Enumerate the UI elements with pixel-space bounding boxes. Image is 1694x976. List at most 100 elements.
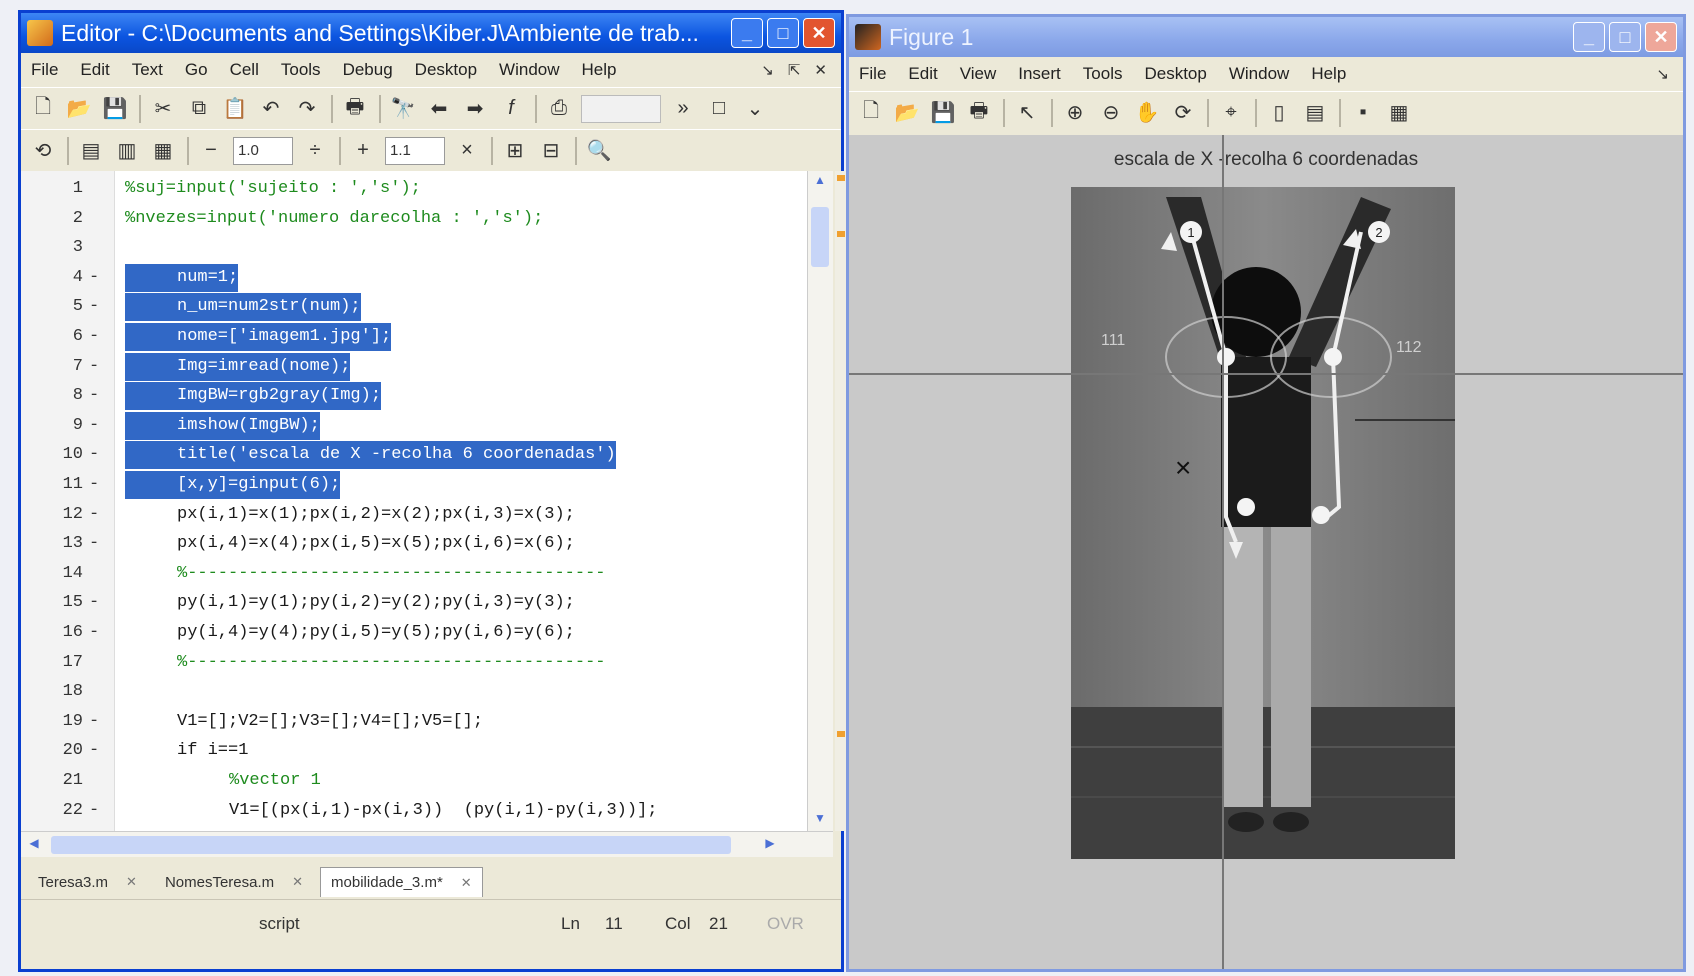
menu-edit[interactable]: Edit [908, 64, 937, 84]
menu-file[interactable]: File [859, 64, 886, 84]
code-line[interactable]: 20- if i==1 [21, 737, 807, 765]
menu-help[interactable]: Help [582, 60, 617, 80]
print-icon[interactable]: 🖶 [341, 95, 369, 123]
breakpoint-marker[interactable]: - [89, 708, 107, 736]
horizontal-scrollbar[interactable]: ◀ ▶ [21, 831, 833, 857]
figure-window[interactable]: Figure 1 _ □ ✕ File Edit View Insert Too… [846, 14, 1686, 972]
vertical-scrollbar[interactable]: ▲ ▼ [807, 171, 833, 831]
editor-window[interactable]: Editor - C:\Documents and Settings\Kiber… [18, 10, 847, 972]
scroll-up-icon[interactable]: ▲ [811, 173, 829, 191]
menu-window[interactable]: Window [499, 60, 559, 80]
new-figure-icon[interactable]: 🗋 [857, 99, 885, 127]
chevron-down-icon[interactable]: ⌄ [741, 95, 769, 123]
editor-titlebar[interactable]: Editor - C:\Documents and Settings\Kiber… [21, 13, 841, 53]
code-line[interactable]: 10- title('escala de X -recolha 6 coorden… [21, 441, 807, 470]
forward-icon[interactable]: ➡ [461, 95, 489, 123]
breakpoint-marker[interactable]: - [89, 530, 107, 558]
increment-icon[interactable]: + [349, 137, 377, 165]
scroll-left-icon[interactable]: ◀ [25, 836, 43, 854]
cell-eval-file-icon[interactable]: ▦ [149, 137, 177, 165]
menu-desktop[interactable]: Desktop [1144, 64, 1206, 84]
code-line[interactable]: 16- py(i,4)=y(4);py(i,5)=y(5);py(i,6)=y(6… [21, 619, 807, 647]
menu-insert[interactable]: Insert [1018, 64, 1061, 84]
menu-cell[interactable]: Cell [230, 60, 259, 80]
rotate-icon[interactable]: ⟳ [1169, 99, 1197, 127]
undo-icon[interactable]: ↶ [257, 95, 285, 123]
breakpoint-marker[interactable]: - [89, 471, 107, 499]
code-line[interactable]: 14 %-------------------------------------… [21, 560, 807, 588]
grayscale-photo[interactable]: 111 112 1 2 × [1071, 187, 1455, 859]
code-line[interactable]: 21 %vector 1 [21, 767, 807, 795]
warning-marker[interactable] [837, 175, 845, 181]
function-icon[interactable]: f [497, 95, 525, 123]
maximize-button[interactable]: □ [1609, 22, 1641, 52]
code-line[interactable]: 15- py(i,1)=y(1);py(i,2)=y(2);py(i,3)=y(3… [21, 589, 807, 617]
close-tab-icon[interactable]: ✕ [292, 874, 303, 890]
code-line[interactable]: 8- ImgBW=rgb2gray(Img); [21, 382, 807, 411]
open-folder-icon[interactable]: 📂 [893, 99, 921, 127]
code-line[interactable]: 18 [21, 678, 807, 706]
cut-icon[interactable]: ✂ [149, 95, 177, 123]
menu-tools[interactable]: Tools [1083, 64, 1123, 84]
data-cursor-icon[interactable]: ⌖ [1217, 99, 1245, 127]
breakpoint-marker[interactable]: - [89, 501, 107, 529]
tab-nomesteresa[interactable]: NomesTeresa.m ✕ [154, 867, 314, 897]
code-line[interactable]: 7- Img=imread(nome); [21, 352, 807, 381]
eval-cell-icon[interactable]: ⟲ [29, 137, 57, 165]
scroll-down-icon[interactable]: ▼ [811, 811, 829, 829]
decrement-value-field[interactable] [233, 136, 293, 165]
code-line[interactable]: 9- imshow(ImgBW); [21, 411, 807, 440]
tab-teresa3[interactable]: Teresa3.m ✕ [27, 867, 148, 897]
zoom-in-icon[interactable]: ⊕ [1061, 99, 1089, 127]
redo-icon[interactable]: ↷ [293, 95, 321, 123]
print-icon[interactable]: 🖶 [965, 99, 993, 127]
tab-mobilidade[interactable]: mobilidade_3.m* ✕ [320, 867, 483, 897]
breakpoint-marker[interactable]: - [89, 589, 107, 617]
menu-tools[interactable]: Tools [281, 60, 321, 80]
menu-help[interactable]: Help [1311, 64, 1346, 84]
breakpoint-marker[interactable]: - [89, 737, 107, 765]
cell-insert-icon[interactable]: ▤ [77, 137, 105, 165]
cell-eval-advance-icon[interactable]: ▥ [113, 137, 141, 165]
close-doc-icon[interactable]: ✕ [814, 61, 827, 79]
pointer-icon[interactable]: ↖ [1013, 99, 1041, 127]
zoom-out-icon[interactable]: ⊖ [1097, 99, 1125, 127]
code-editor[interactable]: 1 %suj=input('sujeito : ','s'); 2 %nvezes=i… [21, 171, 807, 831]
code-line[interactable]: 22- V1=[(px(i,1)-px(i,3)) (py(i,1)-py(i,3… [21, 797, 807, 825]
publish-icon[interactable]: ⊟ [537, 137, 565, 165]
figure-titlebar[interactable]: Figure 1 _ □ ✕ [849, 17, 1683, 57]
breakpoint-marker[interactable]: - [89, 382, 107, 410]
open-folder-icon[interactable]: 📂 [65, 95, 93, 123]
close-tab-icon[interactable]: ✕ [126, 874, 137, 890]
menu-window[interactable]: Window [1229, 64, 1289, 84]
warning-marker[interactable] [837, 231, 845, 237]
menu-edit[interactable]: Edit [80, 60, 109, 80]
stack-dropdown[interactable] [581, 94, 661, 123]
decrement-icon[interactable]: − [197, 137, 225, 165]
breakpoint-marker[interactable]: - [89, 353, 107, 381]
help-search-icon[interactable]: 🔍 [585, 137, 613, 165]
breakpoint-marker[interactable]: - [89, 293, 107, 321]
code-line[interactable]: 3 [21, 234, 807, 262]
back-icon[interactable]: ⬅ [425, 95, 453, 123]
divide-icon[interactable]: ÷ [301, 137, 329, 165]
dock-icon[interactable]: ⇱ [788, 61, 801, 79]
close-button[interactable]: ✕ [803, 18, 835, 48]
find-icon[interactable]: 🔭 [389, 95, 417, 123]
increment-value-field[interactable] [385, 136, 445, 165]
copy-icon[interactable]: ⧉ [185, 95, 213, 123]
dock-icon[interactable]: ↘ [1656, 65, 1669, 83]
menu-debug[interactable]: Debug [343, 60, 393, 80]
multiply-icon[interactable]: × [453, 137, 481, 165]
warning-marker[interactable] [837, 731, 845, 737]
breakpoint-marker[interactable]: - [89, 797, 107, 825]
horizontal-scroll-thumb[interactable] [51, 836, 731, 854]
menu-text[interactable]: Text [132, 60, 163, 80]
breakpoint-marker[interactable]: - [89, 264, 107, 292]
code-line[interactable]: 11- [x,y]=ginput(6); [21, 471, 807, 499]
legend-icon[interactable]: ▤ [1301, 99, 1329, 127]
menu-file[interactable]: File [31, 60, 58, 80]
breakpoint-marker[interactable]: - [89, 441, 107, 469]
minimize-button[interactable]: _ [1573, 22, 1605, 52]
more-icon[interactable]: » [669, 95, 697, 123]
